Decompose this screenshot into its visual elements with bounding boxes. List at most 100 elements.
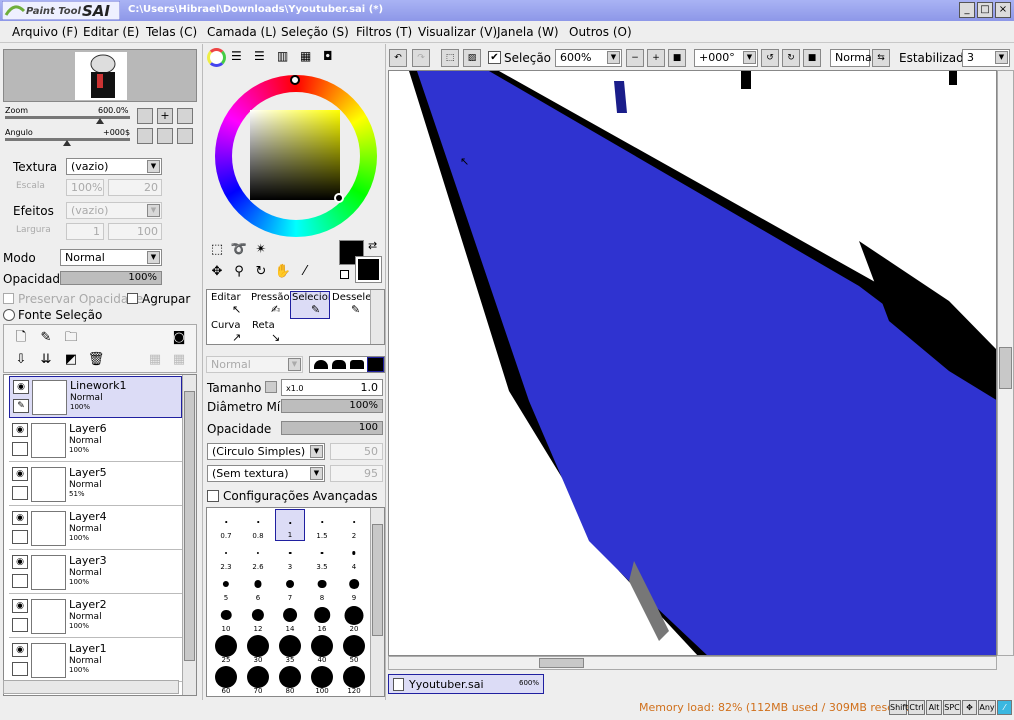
hue-wheel[interactable]: [215, 75, 377, 237]
brush-size-preset[interactable]: 50: [339, 633, 369, 665]
layer-item-layer4[interactable]: ◉ Layer4 Normal 100%: [9, 508, 182, 550]
menu-visualizar[interactable]: Visualizar (V): [418, 25, 497, 39]
brush-size-preset[interactable]: 7: [275, 571, 305, 603]
brush-size-preset[interactable]: 3.5: [307, 540, 337, 572]
canvas-hscrollbar[interactable]: [388, 656, 997, 670]
brush-size-preset[interactable]: 10: [211, 602, 241, 634]
tool-mode-reta[interactable]: Reta ↘: [249, 319, 289, 347]
lock-checkbox[interactable]: [12, 442, 28, 456]
layer-list-hscrollbar[interactable]: [3, 680, 179, 694]
clear-layer-icon[interactable]: ◩: [62, 351, 80, 369]
menu-telas[interactable]: Telas (C): [146, 25, 197, 39]
minimize-button[interactable]: _: [959, 2, 975, 18]
angle-select[interactable]: +000° ▼: [694, 49, 758, 67]
eye-icon[interactable]: ◉: [12, 511, 28, 525]
brush-shape-select[interactable]: (Circulo Simples) ▼: [207, 443, 325, 460]
brush-size-preset[interactable]: 35: [275, 633, 305, 665]
magic-wand-icon[interactable]: ✴: [252, 241, 270, 259]
layer-item-linework1[interactable]: ◉ ✎ Linework1 Normal 100%: [9, 376, 182, 418]
brush-size-field[interactable]: x1.0 1.0: [281, 379, 383, 396]
preserve-opacity-checkbox[interactable]: [3, 293, 14, 304]
brush-size-preset[interactable]: 1: [275, 509, 305, 541]
layer-mode-select[interactable]: Normal ▼: [60, 249, 162, 266]
brush-size-preset[interactable]: 12: [243, 602, 273, 634]
layer-item-layer3[interactable]: ◉ Layer3 Normal 100%: [9, 552, 182, 594]
brush-size-preset[interactable]: 0.7: [211, 509, 241, 541]
zoom-icon[interactable]: ⚲: [230, 263, 248, 281]
brush-size-preset[interactable]: 1.5: [307, 509, 337, 541]
rotate-right-button[interactable]: [157, 128, 173, 144]
scratchpad-tab-icon[interactable]: ◘: [323, 49, 341, 65]
zoom-slider[interactable]: [5, 116, 130, 119]
brush-size-preset[interactable]: 9: [339, 571, 369, 603]
tool-mode-curva[interactable]: Curva ↗: [208, 319, 248, 347]
menu-selecao[interactable]: Seleção (S): [281, 25, 349, 39]
effects-select[interactable]: (vazio) ▼: [66, 202, 162, 219]
eye-icon[interactable]: ◉: [12, 467, 28, 481]
size-lock-checkbox[interactable]: [265, 381, 277, 393]
source-selection-radio[interactable]: [3, 309, 15, 321]
brush-opacity-bar[interactable]: 100: [281, 421, 383, 435]
width-number[interactable]: 100: [108, 223, 162, 240]
brush-size-preset[interactable]: 80: [275, 664, 305, 696]
zoom-in-button[interactable]: +: [157, 108, 173, 124]
brush-size-preset[interactable]: 25: [211, 633, 241, 665]
layer-item-layer2[interactable]: ◉ Layer2 Normal 100%: [9, 596, 182, 638]
apply-mask-icon[interactable]: ▦: [146, 351, 164, 369]
brush-size-preset[interactable]: 70: [243, 664, 273, 696]
brush-size-preset[interactable]: 2.6: [243, 540, 273, 572]
brush-size-preset[interactable]: 3: [275, 540, 305, 572]
layer-list-scroll-thumb[interactable]: [184, 391, 195, 661]
deselect-icon[interactable]: ⬚: [441, 49, 459, 67]
value-marker[interactable]: [334, 193, 344, 203]
eyedropper-icon[interactable]: ⁄: [296, 263, 314, 281]
width-field[interactable]: 1: [66, 223, 104, 240]
brush-size-scroll-thumb[interactable]: [372, 524, 383, 636]
new-layer-icon[interactable]: 🗋: [12, 329, 30, 347]
brush-texture-strength[interactable]: 95: [330, 465, 383, 482]
swap-colors-icon[interactable]: ⇄: [368, 239, 377, 252]
eye-icon[interactable]: ◉: [12, 423, 28, 437]
edge-soft-icon[interactable]: [314, 360, 328, 369]
flip-horizontal-icon[interactable]: ⇆: [872, 49, 890, 67]
brush-size-preset[interactable]: 16: [307, 602, 337, 634]
brush-size-scrollbar[interactable]: [370, 508, 384, 696]
tool-mode-pressao[interactable]: Pressão ✍: [249, 291, 289, 319]
canvas-vscrollbar[interactable]: [997, 70, 1014, 656]
eye-icon[interactable]: ◉: [12, 643, 28, 657]
merge-down-icon[interactable]: ⇊: [37, 351, 55, 369]
invert-selection-icon[interactable]: ▨: [463, 49, 481, 67]
hand-icon[interactable]: ✋: [274, 263, 292, 281]
trash-icon[interactable]: 🗑: [87, 351, 105, 369]
color-wheel-tab-icon[interactable]: [207, 48, 226, 67]
scale-number[interactable]: 20: [108, 179, 162, 196]
layer-item-layer6[interactable]: ◉ Layer6 Normal 100%: [9, 420, 182, 462]
zoom-minus-button[interactable]: −: [626, 49, 644, 67]
zoom-slider-thumb[interactable]: [96, 118, 104, 124]
rotate-ccw-button[interactable]: ↺: [761, 49, 779, 67]
transfer-down-icon[interactable]: ⇩: [12, 351, 30, 369]
zoom-plus-button[interactable]: +: [647, 49, 665, 67]
menu-janela[interactable]: Janela (W): [497, 25, 559, 39]
rotate-cw-button[interactable]: ↻: [782, 49, 800, 67]
brush-size-preset[interactable]: 30: [243, 633, 273, 665]
hue-marker[interactable]: [290, 75, 300, 85]
rotate-reset-button[interactable]: [177, 128, 193, 144]
zoom-reset-button[interactable]: [177, 108, 193, 124]
menu-camada[interactable]: Camada (L): [207, 25, 277, 39]
clip-checkbox[interactable]: [127, 293, 138, 304]
brush-size-preset[interactable]: 40: [307, 633, 337, 665]
brush-size-preset[interactable]: 14: [275, 602, 305, 634]
canvas[interactable]: ↖: [388, 70, 997, 656]
brush-shape-strength[interactable]: 50: [330, 443, 383, 460]
edge-firm-icon[interactable]: [350, 360, 364, 369]
document-tab[interactable]: Yyoutuber.sai 600%: [388, 674, 544, 694]
secondary-color-swatch[interactable]: [355, 256, 382, 283]
tool-mode-selecionar[interactable]: Selecionar✎: [290, 291, 330, 319]
close-button[interactable]: ×: [995, 2, 1011, 18]
undo-icon[interactable]: ↶: [389, 49, 407, 67]
layer-opacity-bar[interactable]: 100%: [60, 271, 162, 285]
new-folder-icon[interactable]: 🗀: [62, 329, 80, 347]
delete-mask-icon[interactable]: ▦: [170, 351, 188, 369]
brush-edge-hardness[interactable]: [309, 356, 385, 373]
